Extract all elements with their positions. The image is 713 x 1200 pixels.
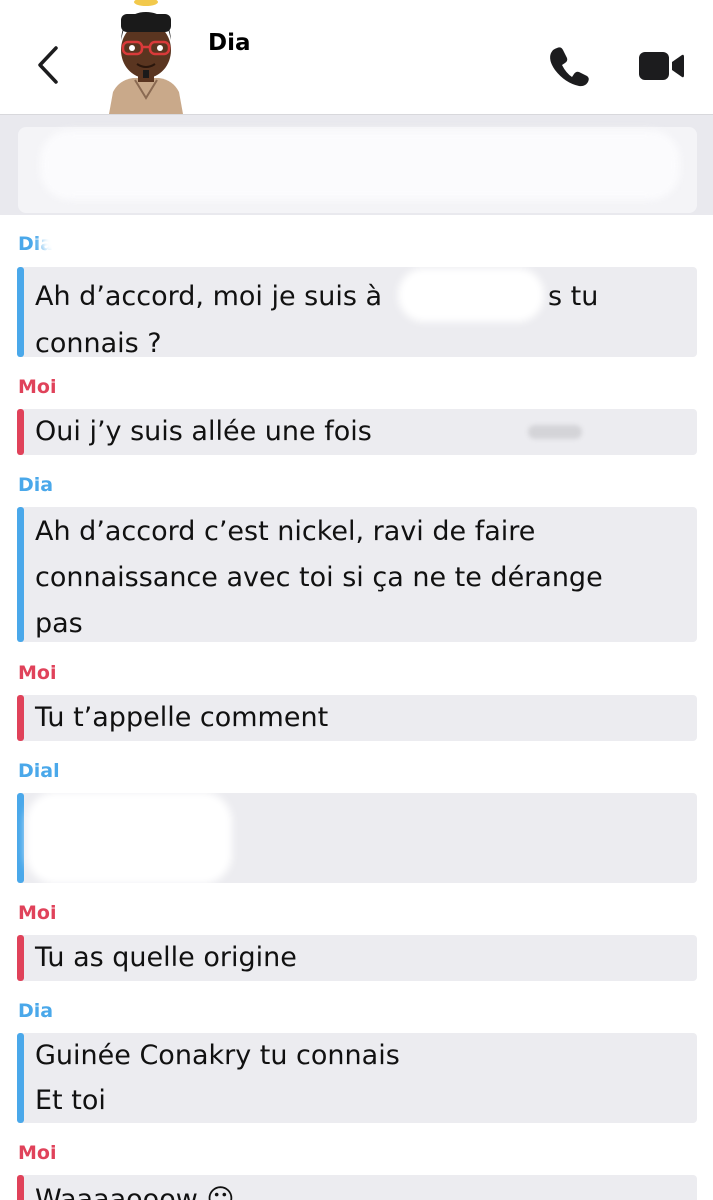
message-bubble[interactable]: Waaaaooow 😶 [17, 1175, 697, 1200]
sender-label: Dia [18, 474, 54, 496]
back-button[interactable] [30, 40, 70, 90]
sender-label: Moi [18, 376, 57, 398]
message-bubble[interactable]: Tu as quelle origine [17, 935, 697, 981]
video-call-button[interactable] [636, 44, 686, 88]
phone-icon [550, 47, 589, 87]
message-line: Ah d’accord c’est nickel, ravi de faire [35, 516, 536, 547]
redaction-overlay [398, 268, 544, 322]
redaction-overlay [528, 425, 582, 439]
message-line: Tu t’appelle comment [35, 702, 329, 733]
message-bubble[interactable]: Ah d’accord, moi je suis à connais ? s t… [17, 267, 697, 359]
message-line-tail: s tu [548, 281, 599, 312]
contact-name[interactable]: Dia [208, 30, 251, 56]
message-line: Et toi [35, 1085, 106, 1116]
bitmoji-avatar-icon [109, 0, 183, 114]
chat-screen: Dia Dia Ah d’accord, moi je suis à conna… [0, 0, 713, 1200]
chat-header: Dia [0, 0, 713, 115]
message-bubble[interactable]: Oui j’y suis allée une fois [17, 409, 697, 455]
contact-avatar[interactable] [105, 0, 187, 114]
chevron-left-icon [38, 46, 58, 84]
redaction-overlay [26, 792, 232, 884]
message-line: Guinée Conakry tu connais [35, 1040, 400, 1071]
sender-label: Moi [18, 1142, 57, 1164]
message-bubble[interactable]: Tu t’appelle comment [17, 695, 697, 741]
message-line: pas [35, 608, 83, 639]
sender-label: Moi [18, 662, 57, 684]
redaction-overlay [252, 52, 372, 98]
message-bubble[interactable]: Ah d’accord c’est nickel, ravi de faire … [17, 507, 697, 642]
message-line: Waaaaooow 😶 [35, 1184, 235, 1200]
message-bubble[interactable]: Guinée Conakry tu connais Et toi [17, 1033, 697, 1123]
redaction-overlay [40, 130, 680, 200]
call-button[interactable] [545, 42, 593, 90]
message-line: Tu as quelle origine [35, 942, 297, 973]
message-line: connaissance avec toi si ça ne te dérang… [35, 562, 603, 593]
sender-label: Moi [18, 902, 57, 924]
sender-label: Dia [18, 1000, 54, 1022]
video-camera-icon [639, 52, 684, 80]
redaction-overlay [40, 230, 130, 256]
message-line: connais ? [35, 328, 162, 359]
message-line: Oui j’y suis allée une fois [35, 416, 372, 447]
sender-label: Dial [18, 760, 60, 782]
